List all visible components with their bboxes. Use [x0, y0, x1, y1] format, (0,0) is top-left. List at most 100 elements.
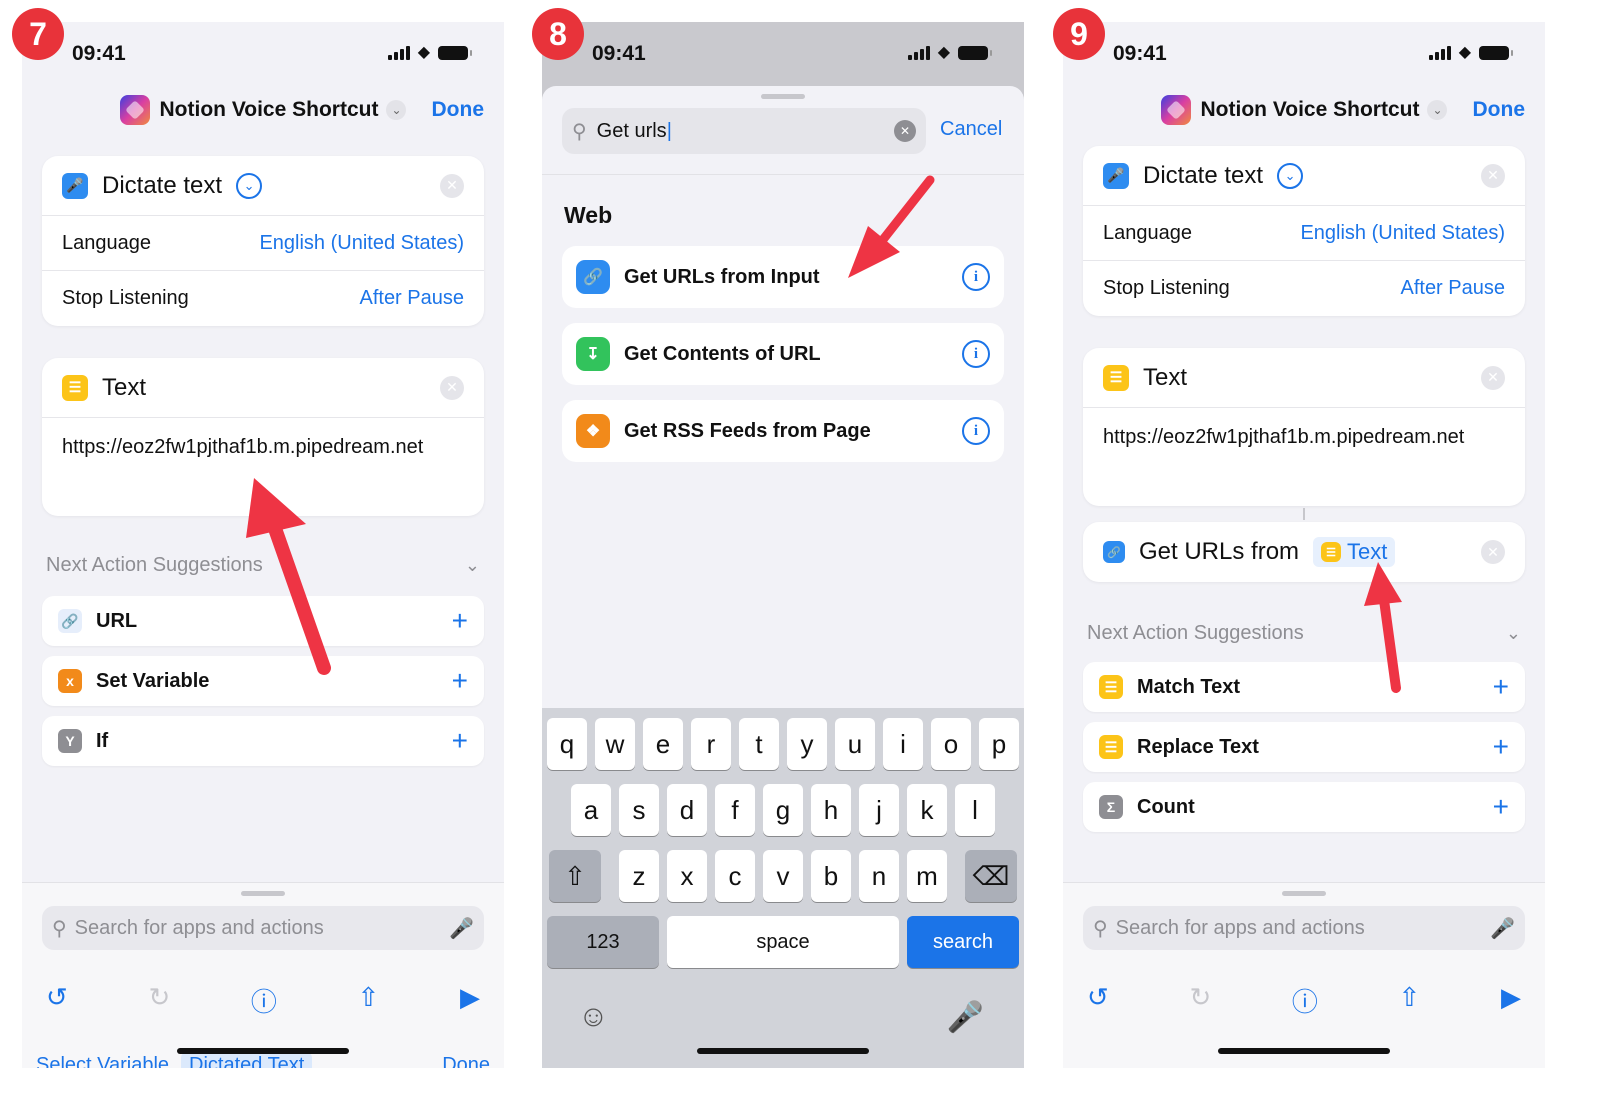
key[interactable]: b: [811, 850, 851, 902]
key[interactable]: s: [619, 784, 659, 836]
backspace-icon[interactable]: ⌫: [965, 850, 1017, 902]
add-icon[interactable]: +: [452, 605, 468, 637]
sheet-grabber[interactable]: [1282, 891, 1326, 896]
numbers-key[interactable]: 123: [547, 916, 659, 968]
suggestion-set-variable[interactable]: x Set Variable +: [42, 656, 484, 706]
key[interactable]: i: [883, 718, 923, 770]
stop-listening-row[interactable]: Stop Listening After Pause: [1083, 261, 1525, 316]
expand-chevron-icon[interactable]: ⌄: [236, 172, 263, 199]
stop-listening-value[interactable]: After Pause: [1400, 277, 1505, 300]
clear-icon[interactable]: ✕: [894, 120, 916, 142]
key[interactable]: h: [811, 784, 851, 836]
text-card[interactable]: ☰ Text ✕ https://eoz2fw1pjthaf1b.m.piped…: [42, 358, 484, 516]
undo-icon[interactable]: ↺: [46, 982, 68, 1019]
microphone-icon[interactable]: 🎤: [1490, 916, 1515, 941]
key[interactable]: d: [667, 784, 707, 836]
key[interactable]: v: [763, 850, 803, 902]
result-get-contents-of-url[interactable]: ↧ Get Contents of URL i: [562, 323, 1004, 385]
key[interactable]: n: [859, 850, 899, 902]
suggestion-replace-text[interactable]: ☰ Replace Text +: [1083, 722, 1525, 772]
remove-action-icon[interactable]: ✕: [440, 173, 464, 198]
key[interactable]: y: [787, 718, 827, 770]
suggestion-count[interactable]: Σ Count +: [1083, 782, 1525, 832]
sheet-grabber[interactable]: [761, 94, 805, 99]
done-button[interactable]: Done: [432, 98, 485, 122]
key[interactable]: k: [907, 784, 947, 836]
suggestion-if[interactable]: Y If +: [42, 716, 484, 766]
suggestion-match-text[interactable]: ☰ Match Text +: [1083, 662, 1525, 712]
add-icon[interactable]: +: [1493, 731, 1509, 763]
text-card[interactable]: ☰ Text ✕ https://eoz2fw1pjthaf1b.m.piped…: [1083, 348, 1525, 506]
text-content[interactable]: https://eoz2fw1pjthaf1b.m.pipedream.net: [1083, 408, 1525, 506]
key[interactable]: l: [955, 784, 995, 836]
key[interactable]: f: [715, 784, 755, 836]
info-icon[interactable]: i: [962, 340, 990, 368]
dictation-mic-icon[interactable]: 🎤: [947, 1000, 984, 1035]
key[interactable]: x: [667, 850, 707, 902]
done-button[interactable]: Done: [442, 1054, 490, 1068]
key[interactable]: z: [619, 850, 659, 902]
key[interactable]: t: [739, 718, 779, 770]
dictate-text-card[interactable]: 🎤 Dictate text ⌄ ✕ Language English (Uni…: [42, 156, 484, 326]
text-content[interactable]: https://eoz2fw1pjthaf1b.m.pipedream.net: [42, 418, 484, 516]
emoji-icon[interactable]: ☺: [578, 1000, 609, 1035]
key[interactable]: e: [643, 718, 683, 770]
chevron-down-icon[interactable]: ⌄: [465, 555, 480, 576]
chevron-down-icon[interactable]: ⌄: [386, 100, 407, 120]
add-icon[interactable]: +: [452, 665, 468, 697]
key[interactable]: c: [715, 850, 755, 902]
share-icon[interactable]: ⇧: [358, 982, 380, 1019]
language-value[interactable]: English (United States): [1300, 222, 1505, 245]
remove-action-icon[interactable]: ✕: [1481, 365, 1505, 390]
info-icon[interactable]: i: [962, 263, 990, 291]
suggestion-url[interactable]: 🔗 URL +: [42, 596, 484, 646]
chevron-down-icon[interactable]: ⌄: [1427, 100, 1448, 120]
info-icon[interactable]: ⓘ: [1292, 982, 1318, 1019]
play-icon[interactable]: ▶: [1501, 982, 1521, 1019]
remove-action-icon[interactable]: ✕: [1481, 540, 1505, 564]
search-input[interactable]: ⚲ Get urls | ✕: [562, 108, 926, 154]
add-icon[interactable]: +: [452, 725, 468, 757]
redo-icon[interactable]: ↻: [1189, 982, 1211, 1019]
key[interactable]: r: [691, 718, 731, 770]
stop-listening-value[interactable]: After Pause: [359, 287, 464, 310]
shift-icon[interactable]: ⇧: [549, 850, 601, 902]
suggestions-header[interactable]: Next Action Suggestions ⌄: [46, 554, 480, 577]
suggestions-header[interactable]: Next Action Suggestions ⌄: [1087, 622, 1521, 645]
dictate-text-card[interactable]: 🎤 Dictate text ⌄ ✕ Language English (Uni…: [1083, 146, 1525, 316]
remove-action-icon[interactable]: ✕: [1481, 163, 1505, 188]
key[interactable]: j: [859, 784, 899, 836]
add-icon[interactable]: +: [1493, 791, 1509, 823]
space-key[interactable]: space: [667, 916, 899, 968]
expand-chevron-icon[interactable]: ⌄: [1277, 162, 1304, 189]
done-button[interactable]: Done: [1473, 98, 1526, 122]
nav-title[interactable]: Notion Voice Shortcut: [160, 98, 379, 122]
key[interactable]: o: [931, 718, 971, 770]
key[interactable]: a: [571, 784, 611, 836]
search-input[interactable]: ⚲ Search for apps and actions 🎤: [42, 906, 484, 950]
search-input[interactable]: ⚲ Search for apps and actions 🎤: [1083, 906, 1525, 950]
language-value[interactable]: English (United States): [259, 232, 464, 255]
key[interactable]: p: [979, 718, 1019, 770]
language-row[interactable]: Language English (United States): [1083, 206, 1525, 261]
key[interactable]: m: [907, 850, 947, 902]
share-icon[interactable]: ⇧: [1399, 982, 1421, 1019]
select-variable-button[interactable]: Select Variable: [36, 1054, 169, 1068]
cancel-button[interactable]: Cancel: [940, 118, 1002, 141]
dictated-text-chip[interactable]: Dictated Text: [181, 1052, 313, 1068]
sheet-grabber[interactable]: [241, 891, 285, 896]
search-key[interactable]: search: [907, 916, 1019, 968]
info-icon[interactable]: ⓘ: [251, 982, 277, 1019]
key[interactable]: q: [547, 718, 587, 770]
key[interactable]: g: [763, 784, 803, 836]
remove-action-icon[interactable]: ✕: [440, 375, 464, 400]
info-icon[interactable]: i: [962, 417, 990, 445]
text-variable-chip[interactable]: ☰ Text: [1313, 537, 1396, 567]
key[interactable]: u: [835, 718, 875, 770]
nav-title[interactable]: Notion Voice Shortcut: [1201, 98, 1420, 122]
redo-icon[interactable]: ↻: [148, 982, 170, 1019]
undo-icon[interactable]: ↺: [1087, 982, 1109, 1019]
stop-listening-row[interactable]: Stop Listening After Pause: [42, 271, 484, 326]
get-urls-card[interactable]: 🔗 Get URLs from ☰ Text ✕: [1083, 522, 1525, 582]
play-icon[interactable]: ▶: [460, 982, 480, 1019]
